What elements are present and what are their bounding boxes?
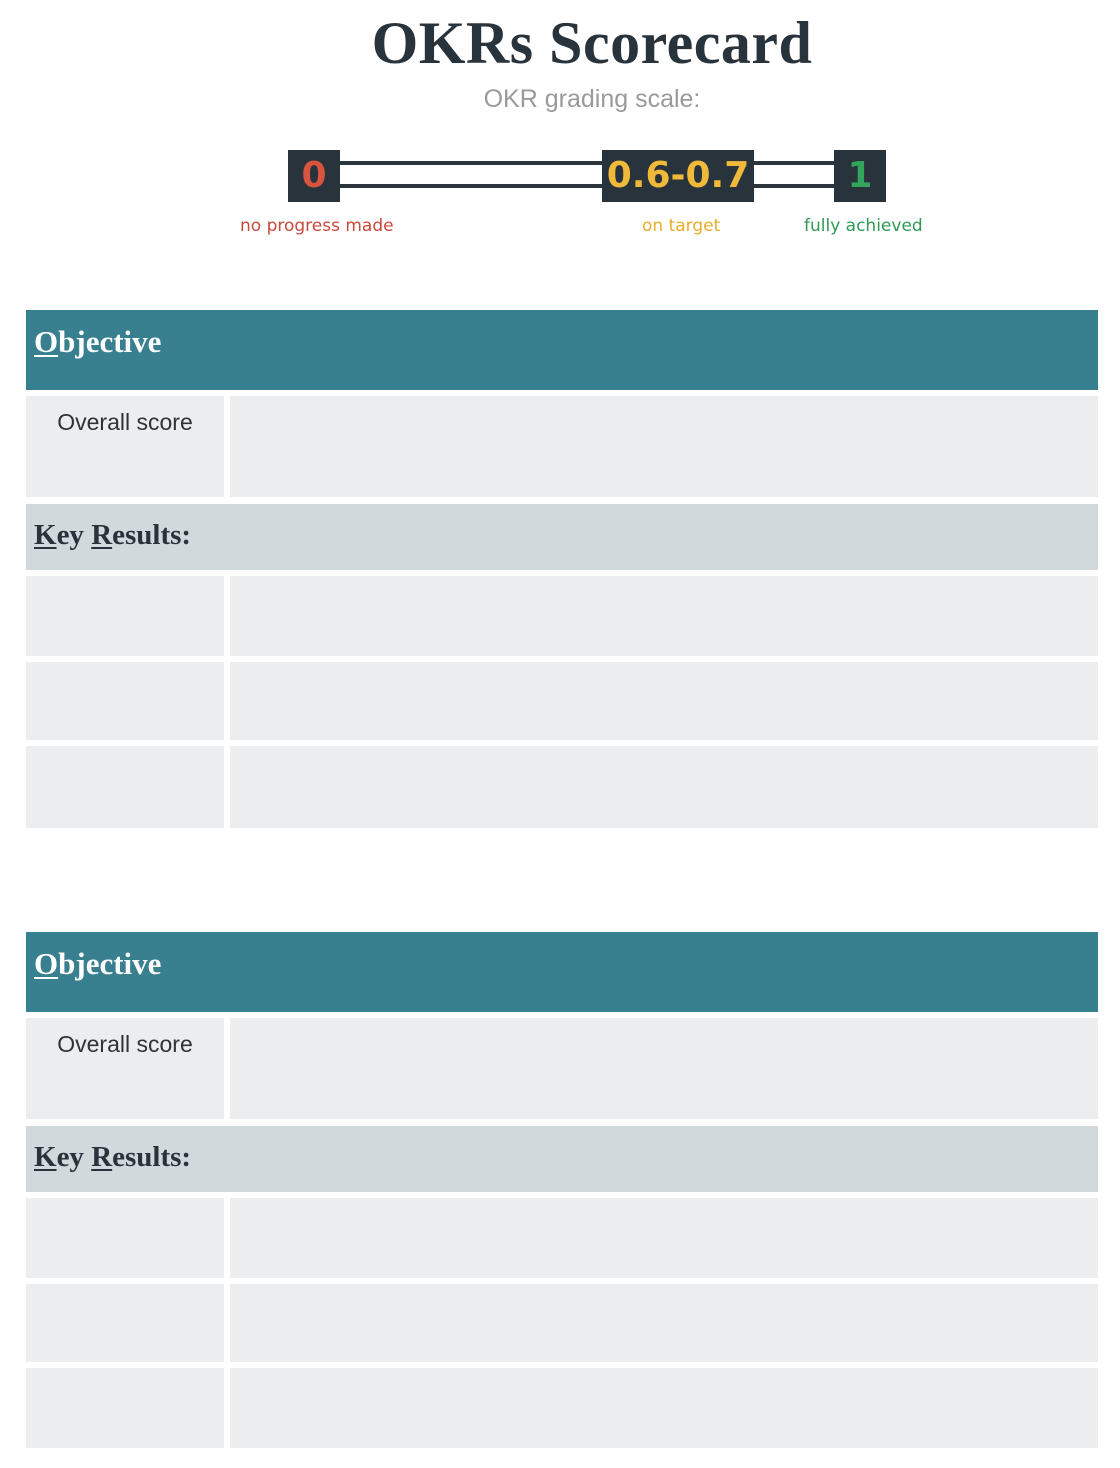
- key-result-score-cell[interactable]: [26, 576, 224, 656]
- key-result-score-cell[interactable]: [26, 1198, 224, 1278]
- overall-score-cell[interactable]: [230, 396, 1098, 497]
- scale-label-on-target: on target: [642, 216, 721, 236]
- key-result-text-cell[interactable]: [230, 746, 1098, 828]
- key-result-text-cell[interactable]: [230, 1198, 1098, 1278]
- overall-score-label-cell: Overall score: [26, 396, 224, 497]
- scale-box-zero: 0: [288, 150, 340, 202]
- okr-card: Objective Overall score Key Results:: [26, 932, 1098, 1448]
- key-results-title: Key Results:: [34, 1141, 192, 1173]
- objective-title: Objective: [34, 324, 162, 359]
- page-title: OKRs Scorecard: [371, 10, 813, 76]
- scale-label-no-progress: no progress made: [240, 216, 394, 236]
- overall-score-label: Overall score: [57, 409, 193, 435]
- overall-score-cell[interactable]: [230, 1018, 1098, 1119]
- grading-scale-caption: OKR grading scale:: [483, 85, 701, 113]
- key-result-score-cell[interactable]: [26, 1368, 224, 1448]
- scale-rail-top: [338, 161, 834, 165]
- key-result-score-cell[interactable]: [26, 662, 224, 740]
- overall-score-label-cell: Overall score: [26, 1018, 224, 1119]
- key-result-score-cell[interactable]: [26, 746, 224, 828]
- okr-card: Objective Overall score Key Results:: [26, 310, 1098, 828]
- scale-rail-bottom: [338, 184, 834, 188]
- key-results-header: Key Results:: [26, 504, 1098, 570]
- scale-box-one: 1: [834, 150, 886, 202]
- scale-box-target: 0.6-0.7: [602, 150, 754, 202]
- objective-header[interactable]: Objective: [26, 310, 1098, 390]
- key-result-text-cell[interactable]: [230, 662, 1098, 740]
- overall-score-label: Overall score: [57, 1031, 193, 1057]
- key-result-text-cell[interactable]: [230, 1368, 1098, 1448]
- grading-scale: 0 0.6-0.7 1 no progress made on target f…: [0, 140, 1120, 250]
- key-result-text-cell[interactable]: [230, 1284, 1098, 1362]
- objective-header[interactable]: Objective: [26, 932, 1098, 1012]
- key-results-title: Key Results:: [34, 519, 192, 551]
- key-results-header: Key Results:: [26, 1126, 1098, 1192]
- key-result-text-cell[interactable]: [230, 576, 1098, 656]
- scale-label-fully-achieved: fully achieved: [804, 216, 923, 236]
- key-result-score-cell[interactable]: [26, 1284, 224, 1362]
- objective-title: Objective: [34, 946, 162, 981]
